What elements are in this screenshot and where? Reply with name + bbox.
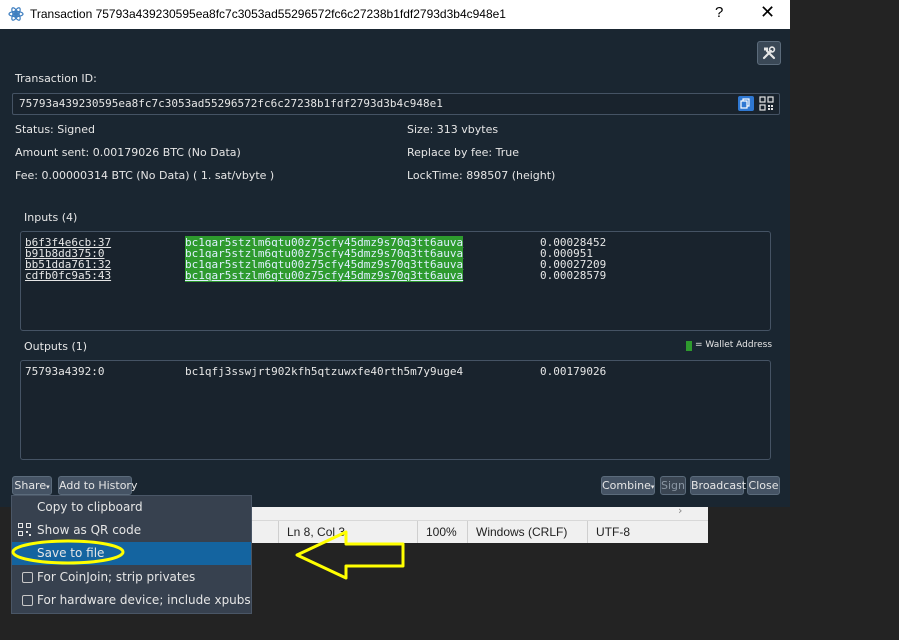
output-outpoint[interactable]: 75793a4392:0 [25,365,104,378]
dropdown-arrow-icon: ▾ [650,483,655,491]
title-bar: Transaction 75793a439230595ea8fc7c3053ad… [0,0,790,29]
electrum-logo-icon [8,7,24,21]
size-text: Size: 313 vbytes [407,123,499,136]
background-status-bar: Ln 8, Col 3 100% Windows (CRLF) UTF-8 [200,521,708,543]
inputs-label: Inputs (4) [24,211,78,224]
combine-button[interactable]: Combine▾ [601,476,655,495]
tools-icon [762,46,776,60]
combine-button-label: Combine [602,479,651,492]
share-menu: Copy to clipboard Show as QR code Save t… [11,495,252,614]
status-zoom: 100% [417,521,466,543]
rbf-text: Replace by fee: True [407,146,519,159]
status-eol: Windows (CRLF) [467,521,586,543]
outputs-label: Outputs (1) [24,340,88,353]
add-to-history-button[interactable]: Add to History [58,476,137,495]
close-button[interactable]: Close [747,476,780,495]
close-window-button[interactable]: ✕ [760,2,775,23]
txid-value: 75793a439230595ea8fc7c3053ad55296572fc6c… [19,97,443,110]
wallet-address-legend-swatch [686,341,692,351]
qr-code-icon[interactable] [759,96,774,111]
txid-field[interactable]: 75793a439230595ea8fc7c3053ad55296572fc6c… [12,93,780,115]
menu-item-show-qr-code[interactable]: Show as QR code [12,519,251,542]
window-title: Transaction 75793a439230595ea8fc7c3053ad… [30,7,506,21]
dropdown-arrow-icon: ▾ [46,483,50,491]
menu-item-label: Save to file [37,546,105,560]
broadcast-button[interactable]: Broadcast [690,476,746,495]
amount-sent-text: Amount sent: 0.00179026 BTC (No Data) [15,146,241,159]
outputs-list[interactable]: 75793a4392:0 bc1qfj3sswjrt902kfh5qtzuwxf… [20,360,771,460]
copy-icon[interactable] [738,96,754,111]
transaction-dialog: Transaction 75793a439230595ea8fc7c3053ad… [0,0,790,507]
menu-item-for-coinjoin[interactable]: For CoinJoin; strip privates [12,566,251,589]
menu-item-copy-to-clipboard[interactable]: Copy to clipboard [12,496,251,519]
help-button[interactable]: ? [715,4,723,21]
inputs-list[interactable]: b6f3f4e6cb:37 bc1qar5stzlm6qtu00z75cfy45… [20,231,771,331]
qr-code-icon [18,523,31,536]
output-amount: 0.00179026 [540,365,607,378]
input-address[interactable]: bc1qar5stzlm6qtu00z75cfy45dmz9s70q3tt6au… [185,269,464,282]
status-position: Ln 8, Col 3 [278,521,417,543]
share-button-label: Share [14,479,47,492]
share-button[interactable]: Share▾ [12,476,52,495]
wallet-address-legend: = Wallet Address [695,340,773,350]
sign-button[interactable]: Sign [660,476,686,495]
tools-button[interactable] [757,41,781,65]
checkbox-icon[interactable] [22,572,33,583]
status-encoding: UTF-8 [587,521,708,543]
locktime-text: LockTime: 898507 (height) [407,169,556,182]
menu-item-label: For hardware device; include xpubs [37,593,251,607]
menu-item-label: Copy to clipboard [37,500,143,514]
input-prevout-link[interactable]: cdfb0fc9a5:43 [25,269,111,282]
checkbox-icon[interactable] [22,595,33,606]
fee-text: Fee: 0.00000314 BTC (No Data) ( 1. sat/v… [15,169,275,182]
txid-label: Transaction ID: [15,72,97,85]
menu-item-for-hardware-device[interactable]: For hardware device; include xpubs [12,589,251,612]
status-text: Status: Signed [15,123,95,136]
menu-item-label: Show as QR code [37,523,142,537]
output-address[interactable]: bc1qfj3sswjrt902kfh5qtzuwxfe40rth5m7y9ug… [185,365,463,378]
input-amount: 0.00028579 [540,269,607,282]
menu-item-save-to-file[interactable]: Save to file [12,542,251,565]
menu-item-label: For CoinJoin; strip privates [37,570,196,584]
